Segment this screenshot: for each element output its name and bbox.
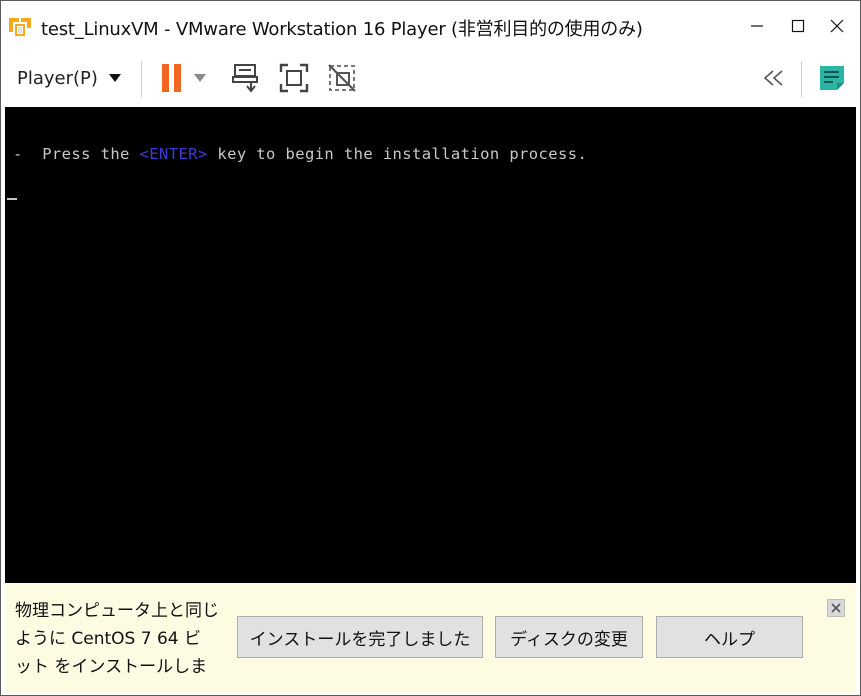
minimize-icon (751, 25, 763, 27)
notes-icon (820, 66, 844, 90)
hint-line: ように CentOS 7 64 ビ (15, 629, 202, 649)
chevron-down-icon (194, 74, 206, 82)
hint-close-button[interactable] (827, 599, 845, 617)
player-menu-label: Player(P) (17, 67, 98, 89)
console-text: - Press the (13, 145, 140, 163)
change-disc-button[interactable]: ディスクの変更 (495, 616, 643, 658)
maximize-icon (791, 19, 805, 33)
pause-dropdown-button[interactable] (189, 59, 211, 97)
collapse-toolbar-button[interactable] (755, 59, 793, 97)
maximize-button[interactable] (778, 9, 818, 43)
chevron-down-icon (108, 74, 121, 82)
close-button[interactable] (817, 9, 857, 43)
toolbar-separator (141, 61, 142, 97)
unity-button[interactable] (323, 59, 361, 97)
hint-line: ット をインストールしま (15, 657, 208, 677)
toolbar: Player(P) (1, 51, 860, 107)
double-chevron-left-icon (763, 70, 783, 86)
install-complete-button[interactable]: インストールを完了しました (237, 616, 483, 658)
hint-message: 物理コンピュータ上と同じ ように CentOS 7 64 ビ ット をインストー… (15, 597, 227, 681)
close-icon (830, 19, 844, 33)
pause-button[interactable] (153, 59, 191, 97)
enter-key-text: <ENTER> (139, 145, 208, 163)
vmware-player-window: test_LinuxVM - VMware Workstation 16 Pla… (0, 0, 861, 696)
toolbar-separator (801, 61, 802, 97)
close-icon (827, 599, 845, 617)
send-ctrl-alt-del-button[interactable] (227, 59, 265, 97)
console-message: - Press the <ENTER> key to begin the ins… (13, 145, 587, 163)
console-text: key to begin the installation process. (207, 145, 588, 163)
vmware-logo-icon (7, 14, 33, 40)
send-ctrl-alt-del-icon (232, 64, 258, 93)
help-button[interactable]: ヘルプ (656, 616, 803, 658)
notes-button[interactable] (813, 59, 851, 97)
vm-console[interactable]: - Press the <ENTER> key to begin the ins… (5, 107, 856, 583)
hint-line: 物理コンピュータ上と同じ (15, 601, 219, 621)
window-title: test_LinuxVM - VMware Workstation 16 Pla… (41, 19, 643, 40)
pause-icon (162, 64, 181, 92)
fullscreen-button[interactable] (275, 59, 313, 97)
fullscreen-icon (279, 63, 309, 93)
player-menu-button[interactable]: Player(P) (9, 59, 130, 97)
unity-icon (328, 64, 356, 92)
title-bar[interactable]: test_LinuxVM - VMware Workstation 16 Pla… (1, 1, 860, 51)
minimize-button[interactable] (737, 9, 777, 43)
console-cursor (7, 198, 17, 200)
install-hint-bar: 物理コンピュータ上と同じ ように CentOS 7 64 ビ ット をインストー… (5, 583, 856, 693)
